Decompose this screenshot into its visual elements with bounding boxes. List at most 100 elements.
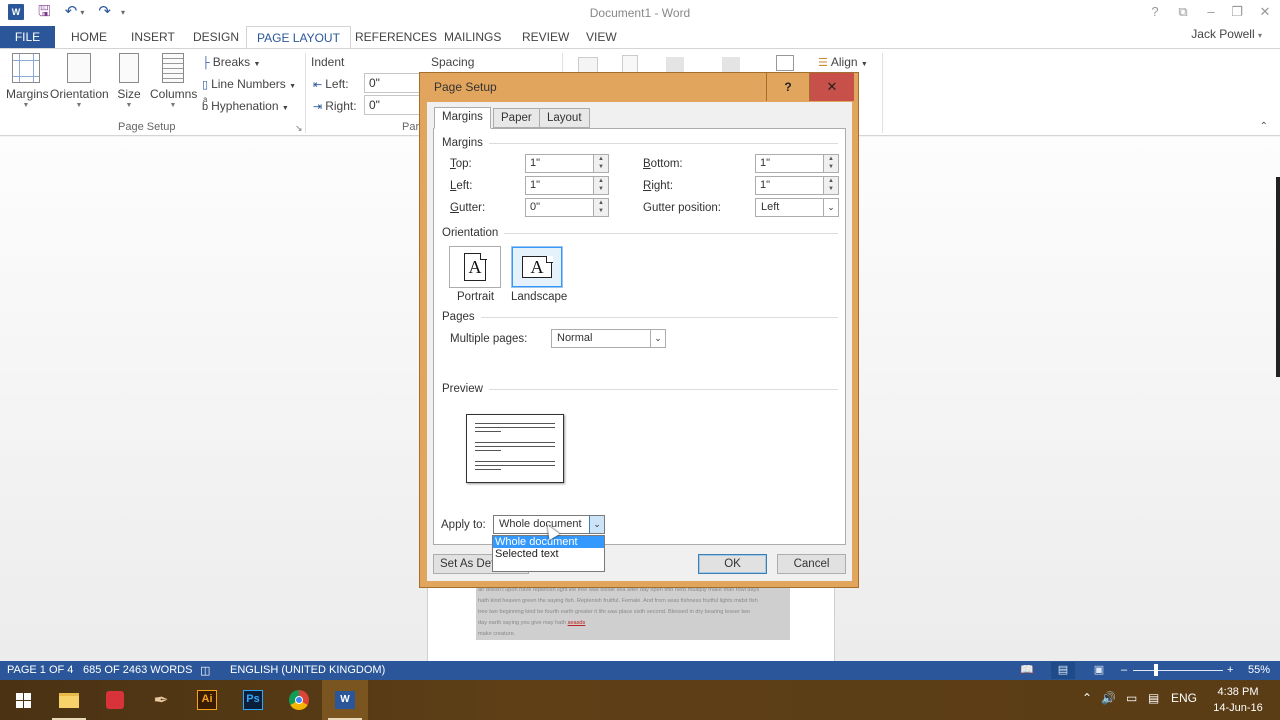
breaks-button[interactable]: ├ Breaks ▼ <box>202 55 260 69</box>
zoom-in-icon[interactable]: + <box>1227 664 1233 676</box>
wrap-text-icon[interactable] <box>622 55 638 73</box>
vertical-scrollbar[interactable] <box>1276 177 1280 377</box>
portrait-label[interactable]: Portrait <box>457 291 494 303</box>
undo-dropdown-icon[interactable]: ▾ <box>80 8 84 17</box>
taskbar-word[interactable]: W <box>322 680 368 720</box>
minimize-icon[interactable]: – <box>1198 4 1224 19</box>
align-button[interactable]: ☰ Align ▼ <box>818 55 868 69</box>
window-title: Document1 - Word <box>589 6 691 20</box>
tab-mailings[interactable]: MAILINGS <box>434 26 511 48</box>
right-margin-input[interactable]: 1" ▲ ▼ <box>755 176 839 195</box>
spelling-error[interactable]: seasds <box>568 620 586 626</box>
proofing-icon[interactable]: ◫ <box>200 664 210 677</box>
redo-icon[interactable]: ↷ <box>98 4 111 20</box>
top-label: Top: <box>450 158 472 170</box>
bottom-margin-input[interactable]: 1" ▲ ▼ <box>755 154 839 173</box>
taskbar-sketchup[interactable] <box>92 680 138 720</box>
close-window-icon[interactable]: ✕ <box>1252 4 1278 20</box>
dialog-tab-paper[interactable]: Paper <box>493 108 540 128</box>
text-line: make creature. <box>478 631 516 637</box>
undo-icon[interactable]: ↶ <box>65 4 78 20</box>
dialog-tab-layout[interactable]: Layout <box>539 108 590 128</box>
tab-design[interactable]: DESIGN <box>183 26 249 48</box>
zoom-out-icon[interactable]: – <box>1121 664 1127 676</box>
portrait-page-icon: A <box>464 252 487 281</box>
taskbar-chrome[interactable] <box>276 680 322 720</box>
top-margin-input[interactable]: 1" ▲ ▼ <box>525 154 609 173</box>
input-language[interactable]: ENG <box>1171 691 1197 705</box>
print-layout-icon[interactable]: ▤ <box>1051 662 1075 679</box>
help-icon[interactable]: ? <box>1142 4 1168 19</box>
selection-pane-icon[interactable] <box>776 55 794 71</box>
tab-page-layout[interactable]: PAGE LAYOUT <box>246 26 351 49</box>
tab-view[interactable]: VIEW <box>576 26 627 48</box>
chevron-down-icon[interactable]: ⌄ <box>823 199 838 216</box>
chevron-down-icon[interactable]: ⌄ <box>589 516 604 533</box>
size-button[interactable]: Size ▼ <box>114 53 144 109</box>
spin-arrows-icon[interactable]: ▲ ▼ <box>593 177 608 194</box>
zoom-slider[interactable] <box>1133 670 1223 671</box>
taskbar-photoshop[interactable]: Ps <box>230 680 276 720</box>
language[interactable]: ENGLISH (UNITED KINGDOM) <box>230 664 385 676</box>
section-orientation-label: Orientation <box>442 227 499 239</box>
restore-icon[interactable]: ❐ <box>1224 4 1250 20</box>
spin-arrows-icon[interactable]: ▲ ▼ <box>593 155 608 172</box>
clock[interactable]: 4:38 PM 14-Jun-16 <box>1206 684 1270 716</box>
group-separator <box>305 53 306 133</box>
preview-line <box>475 469 501 470</box>
zoom-level[interactable]: 55% <box>1248 664 1270 676</box>
battery-icon[interactable]: ▭ <box>1126 691 1137 705</box>
user-account[interactable]: Jack Powell ▾ <box>1191 27 1262 41</box>
hyphenation-button[interactable]: bͣ Hyphenation ▼ <box>202 99 289 113</box>
page-setup-launcher-icon[interactable]: ↘ <box>295 123 303 134</box>
taskbar-illustrator[interactable]: Ai <box>184 680 230 720</box>
section-margins: Margins <box>442 137 838 149</box>
chevron-down-icon[interactable]: ⌄ <box>650 330 665 347</box>
position-icon[interactable] <box>578 57 598 73</box>
read-mode-icon[interactable]: 📖 <box>1015 662 1039 679</box>
line-numbers-button[interactable]: ▯ Line Numbers ▼ <box>202 77 296 91</box>
columns-button[interactable]: Columns ▼ <box>150 53 197 109</box>
tab-home[interactable]: HOME <box>61 26 117 48</box>
apply-to-option-selected-text[interactable]: Selected text <box>493 548 604 560</box>
dialog-close-button[interactable]: ✕ <box>810 73 854 101</box>
volume-icon[interactable]: 🔊 <box>1101 691 1116 705</box>
ok-button[interactable]: OK <box>698 554 767 574</box>
collapse-ribbon-icon[interactable]: ⌃ <box>1260 121 1268 132</box>
spin-arrows-icon[interactable]: ▲ ▼ <box>593 199 608 216</box>
page-count[interactable]: PAGE 1 OF 4 <box>7 664 73 676</box>
margins-label: Margins <box>6 87 49 101</box>
taskbar-file-explorer[interactable] <box>46 680 92 720</box>
dialog-tab-margins[interactable]: Margins <box>434 107 491 129</box>
start-button[interactable] <box>0 680 46 720</box>
landscape-page-icon: A <box>522 255 553 278</box>
multiple-pages-select[interactable]: Normal ⌄ <box>551 329 666 348</box>
landscape-option[interactable]: A <box>511 246 563 288</box>
landscape-label[interactable]: Landscape <box>511 291 567 303</box>
word-count[interactable]: 685 OF 2463 WORDS <box>83 664 192 676</box>
orientation-button[interactable]: Orientation ▼ <box>50 53 109 109</box>
cancel-button[interactable]: Cancel <box>777 554 846 574</box>
ribbon-display-options-icon[interactable]: ⧉ <box>1170 4 1196 20</box>
web-layout-icon[interactable]: ▣ <box>1087 662 1111 679</box>
tab-references[interactable]: REFERENCES <box>345 26 447 48</box>
taskbar-paint[interactable]: ✒ <box>138 680 184 720</box>
left-margin-input[interactable]: 1" ▲ ▼ <box>525 176 609 195</box>
zoom-slider-thumb[interactable] <box>1153 664 1158 676</box>
gutter-input[interactable]: 0" ▲ ▼ <box>525 198 609 217</box>
tab-file[interactable]: FILE <box>0 26 55 48</box>
selected-text[interactable]: air doesn't upon have replenish light li… <box>476 585 790 640</box>
dialog-help-button[interactable]: ? <box>766 73 810 101</box>
customize-qat-icon[interactable]: ▾ <box>121 8 125 17</box>
show-hidden-icons[interactable]: ⌃ <box>1082 691 1092 705</box>
gutter-position-select[interactable]: Left ⌄ <box>755 198 839 217</box>
spin-arrows-icon[interactable]: ▲ ▼ <box>823 177 838 194</box>
spin-arrows-icon[interactable]: ▲ ▼ <box>823 155 838 172</box>
portrait-option[interactable]: A <box>449 246 501 288</box>
document-page[interactable]: air doesn't upon have replenish light li… <box>427 583 835 661</box>
tab-insert[interactable]: INSERT <box>121 26 185 48</box>
save-icon[interactable]: 🖫 <box>38 4 51 20</box>
action-center-icon[interactable]: ▤ <box>1148 691 1159 705</box>
tab-review[interactable]: REVIEW <box>512 26 579 48</box>
margins-button[interactable]: Margins ▼ <box>6 53 49 109</box>
